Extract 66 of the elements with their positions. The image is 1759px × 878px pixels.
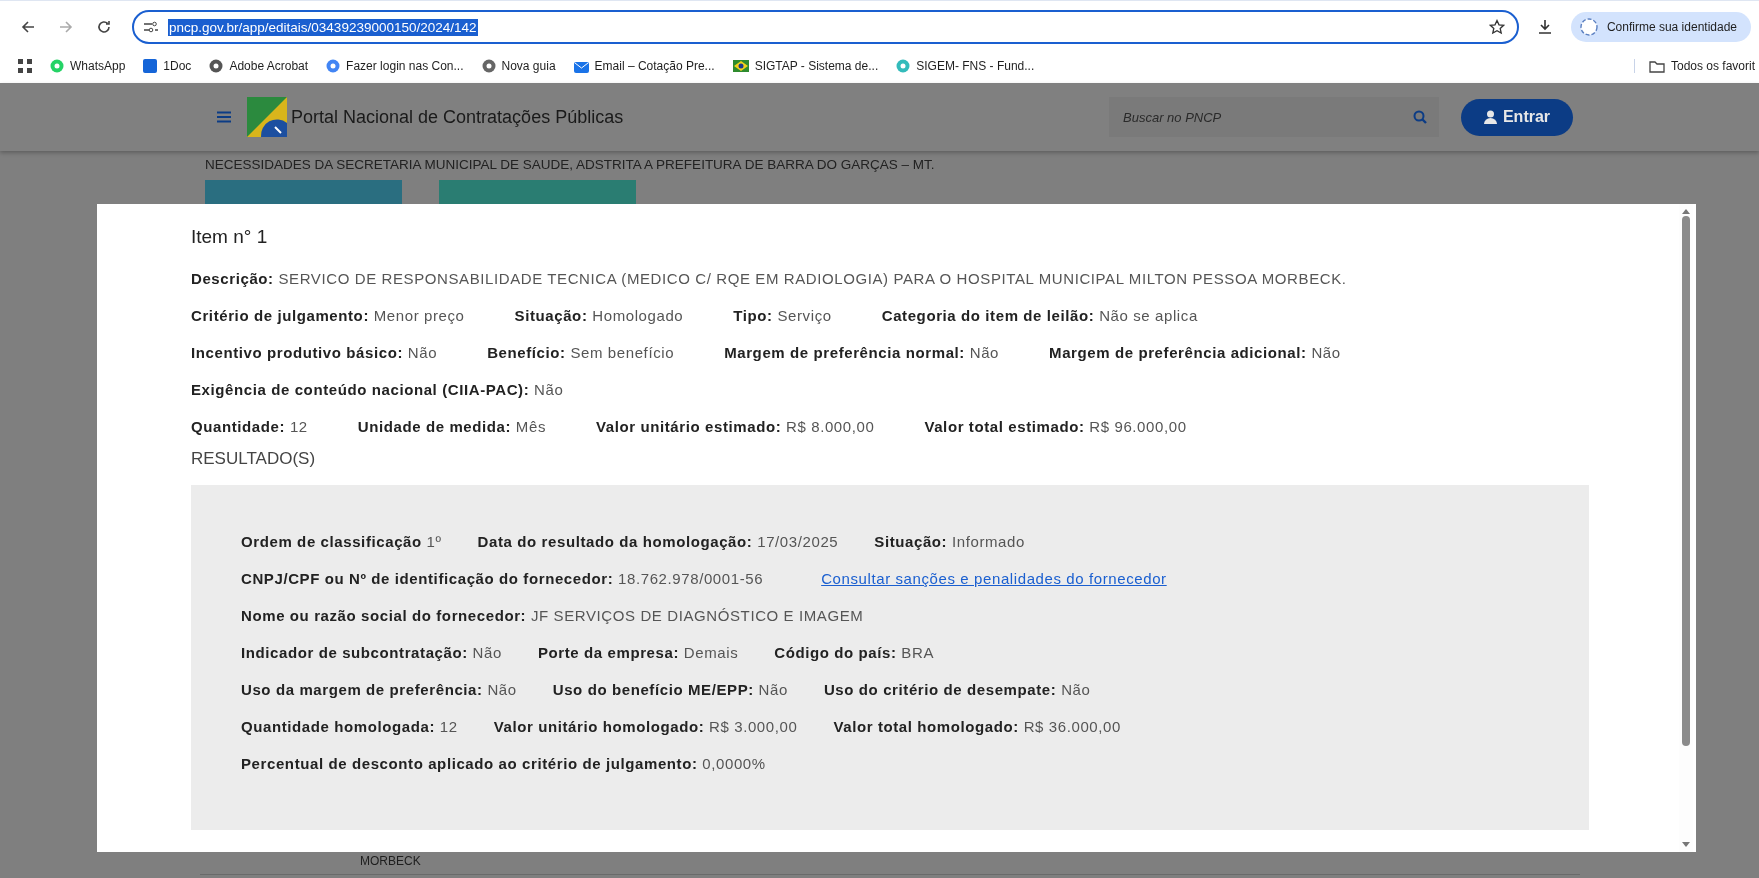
object-text: NECESSIDADES DA SECRETARIA MUNICIPAL DE SAUDE, ADSTRITA A PREFEITURA DE BARRA DO GARÇAS – MT. <box>205 157 936 172</box>
field-text: Data do resultado da homologação: 17/03/2025 <box>477 533 839 550</box>
bookmark[interactable]: SIGTAP - Sistema de... <box>732 59 879 73</box>
forward-arrow-icon <box>58 19 74 35</box>
field-text: Benefício: Sem benefício <box>487 344 675 361</box>
field-text: Unidade de medida: Mês <box>357 418 546 435</box>
bookmark[interactable]: SIGEM- FNS - Fund... <box>896 59 1035 73</box>
scroll-up-icon[interactable] <box>1682 208 1690 214</box>
field-text: Situação: Informado <box>874 533 1025 550</box>
field-text: Valor unitário estimado: R$ 8.000,00 <box>596 418 875 435</box>
menu-icon[interactable] <box>217 111 231 123</box>
tune-icon <box>144 21 158 33</box>
apps-icon[interactable] <box>18 59 32 73</box>
bookmark[interactable]: 1Doc <box>143 59 192 73</box>
login-button[interactable]: Entrar <box>1461 98 1573 136</box>
field-text: Valor unitário homologado: R$ 3.000,00 <box>493 718 798 735</box>
item-title: Item n° 1 <box>191 226 269 248</box>
field-text: Exigência de conteúdo nacional (CIIA-PAC): Não <box>191 381 564 398</box>
field-text: Margem de preferência adicional: Não <box>1049 344 1341 361</box>
field-text: Descrição: SERVICO DE RESPONSABILIDADE TECNICA (MEDICO C/ RQE EM RADIOLOGIA) PARA O HOSPITAL MUNICIPAL MILTON PESSOA MORBECK. <box>191 270 1347 287</box>
field-text: Uso do benefício ME/EPP: Não <box>552 681 788 698</box>
identity-button[interactable]: Confirme sua identidade <box>1570 12 1751 42</box>
all-bookmarks[interactable]: Todos os favorit <box>1633 59 1755 73</box>
results-heading: RESULTADO(S) <box>191 449 317 469</box>
field-text: Categoria do item de leilão: Não se aplica <box>881 307 1198 324</box>
download-icon[interactable] <box>1536 19 1553 35</box>
search-icon[interactable] <box>1413 110 1427 124</box>
field-text: Incentivo produtivo básico: Não <box>191 344 438 361</box>
description-text: MORBECK <box>360 854 421 868</box>
field-text: Uso da margem de preferência: Não <box>241 681 517 698</box>
field-text: Tipo: Serviço <box>733 307 832 324</box>
circle-icon <box>1578 17 1599 37</box>
square-icon <box>143 59 158 73</box>
bookmark[interactable]: Nova guia <box>481 59 556 73</box>
sanctions-link[interactable]: Consultar sanções e penalidades do fornecedor <box>821 570 1167 587</box>
field-text: Percentual de desconto aplicado ao critério de julgamento: 0,0000% <box>241 755 766 772</box>
reload-icon <box>96 19 112 35</box>
bookmark[interactable]: Email – Cotação Pre... <box>573 59 715 73</box>
address-bar[interactable]: pncp.gov.br/app/editais/03439239000150/2024/142 <box>132 10 1519 44</box>
star-icon[interactable] <box>1488 19 1505 35</box>
field-text: Indicador de subcontratação: Não <box>241 644 502 661</box>
flag-icon <box>732 60 749 72</box>
field-text: Código do país: BRA <box>774 644 934 661</box>
field-text: Quantidade: 12 <box>191 418 308 435</box>
field-text: Porte da empresa: Demais <box>537 644 739 661</box>
user-icon <box>1483 110 1497 124</box>
folder-icon <box>1648 59 1665 73</box>
scroll-down-icon[interactable] <box>1682 842 1690 848</box>
logo <box>247 97 287 137</box>
field-text: Nome ou razão social do fornecedor: JF SERVIÇOS DE DIAGNÓSTICO E IMAGEM <box>241 607 864 624</box>
envelope-icon <box>573 59 589 73</box>
search-field[interactable]: Buscar no PNCP <box>1109 97 1439 137</box>
field-text: CNPJ/CPF ou Nº de identificação do fornecedor: 18.762.978/0001-56 <box>241 570 764 587</box>
field-text: Margem de preferência normal: Não <box>724 344 1000 361</box>
portal-title: Portal Nacional de Contratações Públicas <box>291 106 624 128</box>
field-text: Valor total estimado: R$ 96.000,00 <box>924 418 1187 435</box>
field-text: Uso do critério de desempate: Não <box>823 681 1091 698</box>
field-text: Critério de julgamento: Menor preço <box>191 307 465 324</box>
field-text: Quantidade homologada: 12 <box>241 718 458 735</box>
bookmark[interactable]: WhatsApp <box>50 59 126 73</box>
field-text: Valor total homologado: R$ 36.000,00 <box>833 718 1121 735</box>
field-text: Ordem de classificação 1º <box>241 533 442 550</box>
bookmark[interactable]: Fazer login nas Con... <box>326 59 464 73</box>
field-text: Situação: Homologado <box>514 307 684 324</box>
bookmark[interactable]: Adobe Acrobat <box>209 59 309 73</box>
back-arrow-icon <box>20 19 36 35</box>
